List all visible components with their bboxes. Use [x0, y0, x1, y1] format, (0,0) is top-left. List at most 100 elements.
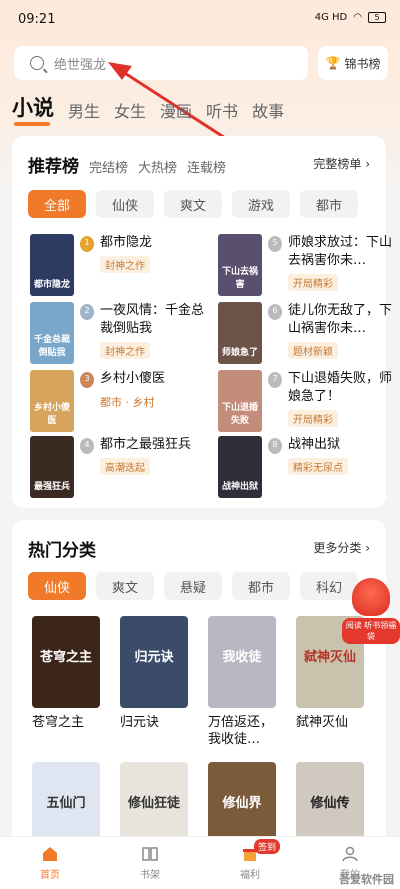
hot-chips: 仙侠 爽文 悬疑 都市 科幻 — [28, 572, 358, 600]
book-tag: 封神之作 — [100, 256, 150, 273]
gift-bag-icon — [352, 578, 390, 616]
book-tag: 开局精彩 — [288, 410, 338, 427]
rank-book-3[interactable]: 乡村小傻医 3 乡村小傻医 都市 · 乡村 — [30, 370, 212, 432]
tab-novel[interactable]: 小说 — [12, 92, 54, 126]
gift-bag-float[interactable]: 阅读 听书领福袋 — [342, 578, 400, 644]
hot-book-2[interactable]: 归元诀 归元诀 — [120, 616, 192, 731]
rank-list-label: 锦书榜 — [344, 56, 381, 71]
tab-welfare-label: 福利 — [240, 870, 260, 881]
book-cover: 都市隐龙 — [30, 234, 74, 296]
hot-book-3[interactable]: 我收徒 万倍返还，我收徒… — [208, 616, 280, 748]
book-title: 下山退婚失败，师娘急了！ — [288, 371, 393, 404]
hot-book-1[interactable]: 苍穹之主 苍穹之主 — [32, 616, 104, 731]
tab-home-label: 首页 — [40, 870, 60, 881]
book-cover: 乡村小傻医 — [30, 370, 74, 432]
rank-book-7[interactable]: 下山退婚失败 7 下山退婚失败，师娘急了！ 开局精彩 — [218, 370, 400, 432]
network-indicator: 4G HD — [314, 12, 348, 23]
profile-icon — [342, 846, 358, 862]
chip-shuangwen[interactable]: 爽文 — [164, 190, 222, 218]
rank-medal-icon: 5 — [268, 236, 282, 252]
rank-book-2[interactable]: 千金总裁倒贴我 2 一夜风情：千金总裁倒贴我封神之作 — [30, 302, 212, 364]
tab-comic[interactable]: 漫画 — [160, 98, 192, 122]
chip-game[interactable]: 游戏 — [232, 190, 290, 218]
rank-medal-icon: 1 — [80, 236, 94, 252]
tab-home[interactable]: 首页 — [0, 837, 100, 889]
tab-bookshelf[interactable]: 书架 — [100, 837, 200, 889]
book-cover: 战神出狱 — [218, 436, 262, 498]
subtab-serial[interactable]: 连载榜 — [187, 157, 226, 176]
hot-category-card: 热门分类 更多分类 › 仙侠 爽文 悬疑 都市 科幻 苍穹之主 苍穹之主 归元诀… — [12, 520, 386, 854]
watermark: 吾爱软件园 — [339, 873, 394, 886]
status-time: 09:21 — [18, 12, 56, 27]
book-title: 一夜风情：千金总裁倒贴我 — [100, 303, 205, 336]
recommend-chips: 全部 仙侠 爽文 游戏 都市 — [28, 190, 358, 218]
rank-book-5[interactable]: 下山去祸害 5 师娘求放过：下山去祸害你未… 开局精彩 — [218, 234, 400, 296]
hot-title: 热门分类 — [28, 541, 96, 561]
book-icon — [142, 847, 158, 861]
book-title: 归元诀 — [120, 715, 160, 730]
full-ranking-link[interactable]: 完整榜单 › — [313, 155, 370, 172]
book-tag: 封神之作 — [100, 342, 150, 359]
signin-badge: 签到 — [254, 839, 281, 854]
subtab-hot[interactable]: 大热榜 — [138, 157, 177, 176]
chip-suspense[interactable]: 悬疑 — [164, 572, 222, 600]
rank-medal-icon: 6 — [268, 304, 282, 320]
book-cover: 我收徒 — [208, 616, 276, 708]
book-title: 战神出狱 — [288, 437, 341, 452]
more-categories-link[interactable]: 更多分类 › — [313, 539, 370, 556]
rank-list-button[interactable]: 🏆 锦书榜 — [318, 46, 388, 80]
status-icons: 4G HD ◠ 5 — [315, 12, 386, 23]
chip-shuangwen[interactable]: 爽文 — [96, 572, 154, 600]
rank-medal-icon: 8 — [268, 438, 282, 454]
chip-xianxia[interactable]: 仙侠 — [96, 190, 154, 218]
rank-book-8[interactable]: 战神出狱 8 战神出狱 精彩无尿点 — [218, 436, 400, 498]
book-cover: 下山退婚失败 — [218, 370, 262, 432]
subtab-finished[interactable]: 完结榜 — [89, 157, 128, 176]
search-placeholder: 绝世强龙 — [54, 57, 107, 73]
search-bar[interactable]: 绝世强龙 — [14, 46, 308, 80]
book-title: 师娘求放过：下山去祸害你未… — [288, 235, 393, 268]
chip-all[interactable]: 全部 — [28, 190, 86, 218]
chip-urban[interactable]: 都市 — [232, 572, 290, 600]
rank-medal-icon: 2 — [80, 304, 94, 320]
book-cover: 归元诀 — [120, 616, 188, 708]
book-cover: 师娘急了 — [218, 302, 262, 364]
battery-icon: 5 — [368, 12, 386, 23]
tab-bookshelf-label: 书架 — [140, 870, 160, 881]
rank-medal-icon: 4 — [80, 438, 94, 454]
tab-male[interactable]: 男生 — [68, 98, 100, 122]
chip-urban[interactable]: 都市 — [300, 190, 358, 218]
book-tag: 精彩无尿点 — [288, 458, 348, 475]
tab-welfare[interactable]: 福利 签到 — [200, 837, 300, 889]
gift-label: 阅读 听书领福袋 — [342, 618, 400, 644]
chip-xianxia[interactable]: 仙侠 — [28, 572, 86, 600]
tab-female[interactable]: 女生 — [114, 98, 146, 122]
rank-book-6[interactable]: 师娘急了 6 徒儿你无敌了，下山祸害你未… 题材新颖 — [218, 302, 400, 364]
rank-medal-icon: 7 — [268, 372, 282, 388]
rank-book-4[interactable]: 最强狂兵 4 都市之最强狂兵 高潮迭起 — [30, 436, 212, 498]
book-tag: 高潮迭起 — [100, 458, 150, 475]
book-title: 万倍返还，我收徒… — [208, 715, 274, 747]
tab-story[interactable]: 故事 — [252, 98, 284, 122]
book-cover: 千金总裁倒贴我 — [30, 302, 74, 364]
hot-header: 热门分类 — [28, 536, 96, 561]
wifi-icon: ◠ — [353, 12, 362, 23]
book-title: 苍穹之主 — [32, 715, 85, 730]
book-tag: 题材新颖 — [288, 342, 338, 359]
status-bar: 09:21 4G HD ◠ 5 — [0, 0, 400, 40]
book-title: 乡村小傻医 — [100, 371, 166, 386]
book-cover: 苍穹之主 — [32, 616, 100, 708]
rank-medal-icon: 3 — [80, 372, 94, 388]
book-title: 都市隐龙 — [100, 235, 153, 250]
book-title: 弑神灭仙 — [296, 715, 349, 730]
rank-book-1[interactable]: 都市隐龙 1 都市隐龙 封神之作 — [30, 234, 212, 296]
recommend-header: 推荐榜 完结榜 大热榜 连载榜 — [28, 152, 226, 177]
book-meta: 都市 · 乡村 — [100, 396, 155, 409]
top-category-tabs: 小说 男生 女生 漫画 听书 故事 — [12, 92, 284, 126]
recommend-title: 推荐榜 — [28, 157, 79, 177]
search-icon — [30, 56, 44, 70]
book-cover: 下山去祸害 — [218, 234, 262, 296]
recommend-card: 推荐榜 完结榜 大热榜 连载榜 完整榜单 › 全部 仙侠 爽文 游戏 都市 都市… — [12, 136, 392, 508]
tab-audiobook[interactable]: 听书 — [206, 98, 238, 122]
home-icon — [43, 847, 57, 861]
